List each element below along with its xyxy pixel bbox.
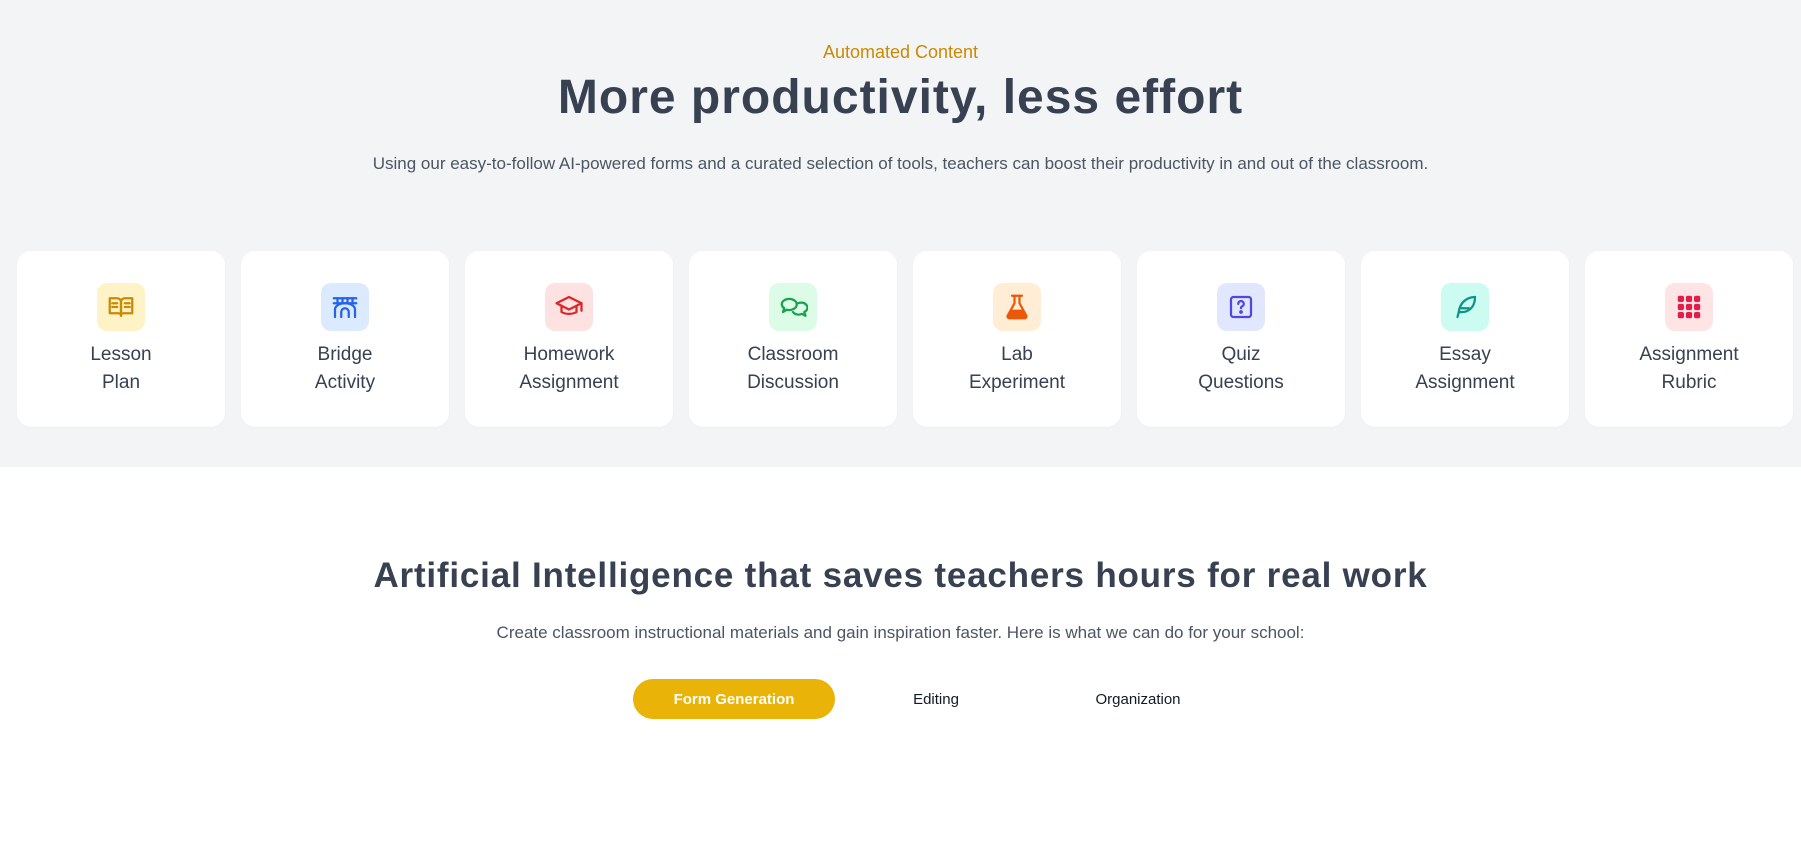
feather-icon	[1441, 283, 1489, 331]
bridge-icon	[321, 283, 369, 331]
features-subtitle: Create classroom instructional materials…	[496, 623, 1305, 642]
card-homework-assignment[interactable]: Homework Assignment	[465, 251, 673, 427]
card-classroom-discussion[interactable]: Classroom Discussion	[689, 251, 897, 427]
card-quiz-questions[interactable]: Quiz Questions	[1137, 251, 1345, 427]
automated-content-section: Automated Content More productivity, les…	[0, 0, 1801, 467]
tab-organization[interactable]: Organization	[1037, 679, 1239, 719]
section-eyebrow: Automated Content	[822, 42, 979, 62]
section-subtitle: Using our easy-to-follow AI-powered form…	[372, 154, 1429, 173]
card-label: Quiz Questions	[1198, 344, 1284, 393]
card-label: Classroom Discussion	[747, 344, 839, 393]
features-title: Artificial Intelligence that saves teach…	[373, 556, 1428, 595]
flask-icon	[993, 283, 1041, 331]
chat-bubbles-icon	[769, 283, 817, 331]
tool-cards: Lesson Plan Bridge Activity Homework Ass…	[17, 251, 1793, 427]
question-box-icon	[1217, 283, 1265, 331]
card-label: Bridge Activity	[314, 344, 376, 393]
card-assignment-rubric[interactable]: Assignment Rubric	[1585, 251, 1793, 427]
card-bridge-activity[interactable]: Bridge Activity	[241, 251, 449, 427]
grid-dots-icon	[1665, 283, 1713, 331]
card-label: Homework Assignment	[519, 344, 619, 393]
card-label: Lab Experiment	[968, 344, 1066, 393]
card-lab-experiment[interactable]: Lab Experiment	[913, 251, 1121, 427]
feature-tabs: Form Generation Editing Organization	[633, 679, 1239, 719]
tab-form-generation[interactable]: Form Generation	[633, 679, 835, 719]
book-open-icon	[97, 283, 145, 331]
tab-editing[interactable]: Editing	[835, 679, 1037, 719]
card-label: Essay Assignment	[1415, 344, 1515, 393]
card-essay-assignment[interactable]: Essay Assignment	[1361, 251, 1569, 427]
section-title: More productivity, less effort	[557, 71, 1244, 124]
card-lesson-plan[interactable]: Lesson Plan	[17, 251, 225, 427]
card-label: Assignment Rubric	[1639, 344, 1739, 393]
graduation-cap-icon	[545, 283, 593, 331]
card-label: Lesson Plan	[90, 344, 152, 393]
